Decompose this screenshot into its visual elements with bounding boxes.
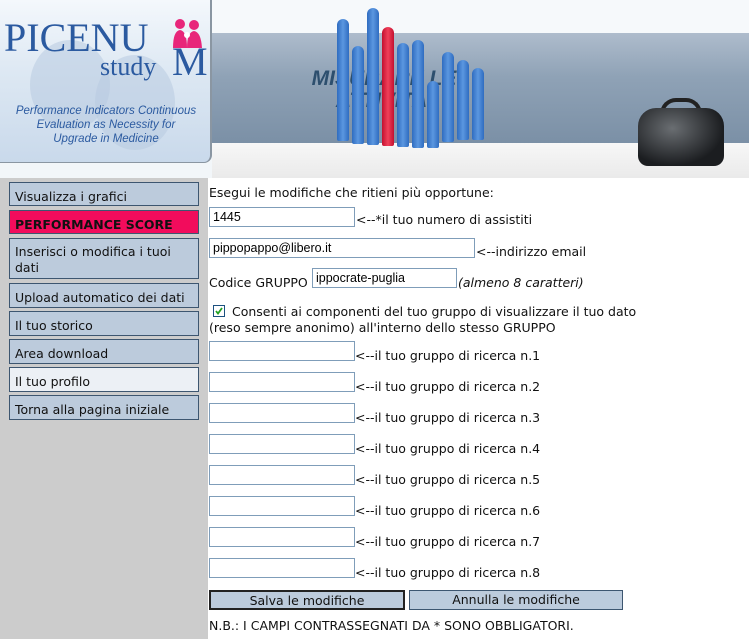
consent-checkbox[interactable] bbox=[213, 305, 225, 317]
assistiti-input[interactable] bbox=[209, 207, 355, 227]
decorative-bar bbox=[442, 52, 454, 142]
nav-inserisci-modifica-dati[interactable]: Inserisci o modifica i tuoi dati bbox=[9, 238, 199, 279]
logo-subtitle: study bbox=[100, 52, 157, 81]
research-group-label-1: <--il tuo gruppo di ricerca n.1 bbox=[355, 348, 541, 363]
research-group-input-5[interactable] bbox=[209, 465, 355, 485]
decorative-bar bbox=[457, 60, 469, 140]
profile-form: Esegui le modifiche che ritieni più oppo… bbox=[208, 178, 749, 639]
decorative-bar bbox=[337, 19, 349, 141]
decorative-bar bbox=[352, 46, 364, 144]
research-group-label-6: <--il tuo gruppo di ricerca n.6 bbox=[355, 503, 541, 518]
nav-torna-pagina-iniziale[interactable]: Torna alla pagina iniziale bbox=[9, 395, 199, 420]
decorative-bar bbox=[397, 43, 409, 147]
research-group-label-8: <--il tuo gruppo di ricerca n.8 bbox=[355, 565, 541, 580]
research-group-input-4[interactable] bbox=[209, 434, 355, 454]
research-group-label-7: <--il tuo gruppo di ricerca n.7 bbox=[355, 534, 541, 549]
banner: MISURARE LE ATTIVITA' bbox=[212, 0, 749, 178]
nav-label: PERFORMANCE SCORE bbox=[15, 217, 173, 232]
research-group-label-5: <--il tuo gruppo di ricerca n.5 bbox=[355, 472, 541, 487]
email-label: <--indirizzo email bbox=[476, 244, 587, 259]
research-group-input-1[interactable] bbox=[209, 341, 355, 361]
email-input[interactable] bbox=[209, 238, 475, 258]
consent-label-line2: (reso sempre anonimo) all'interno dello … bbox=[209, 320, 556, 335]
research-group-label-2: <--il tuo gruppo di ricerca n.2 bbox=[355, 379, 541, 394]
mandatory-note: N.B.: I CAMPI CONTRASSEGNATI DA * SONO O… bbox=[209, 618, 574, 633]
decorative-bar-highlight bbox=[382, 27, 394, 146]
research-group-input-6[interactable] bbox=[209, 496, 355, 516]
nav-label: Upload automatico dei dati bbox=[15, 290, 185, 305]
save-button[interactable]: Salva le modifiche bbox=[209, 590, 405, 610]
decorative-bar bbox=[367, 8, 379, 145]
gruppo-label: Codice GRUPPO bbox=[209, 275, 308, 290]
tagline-line: Evaluation as Necessity for bbox=[36, 119, 176, 131]
decorative-bar bbox=[427, 81, 439, 148]
nav-tuo-storico[interactable]: Il tuo storico bbox=[9, 311, 199, 336]
decorative-bar bbox=[472, 68, 484, 140]
nav-visualizza-grafici[interactable]: Visualizza i grafici bbox=[9, 182, 199, 206]
assistiti-label: <--*il tuo numero di assistiti bbox=[356, 212, 533, 227]
tagline-line: Performance Indicators Continuous bbox=[15, 105, 197, 117]
nav-label: Il tuo storico bbox=[15, 318, 93, 333]
form-intro: Esegui le modifiche che ritieni più oppo… bbox=[209, 185, 494, 200]
nav-area-download[interactable]: Area download bbox=[9, 339, 199, 364]
nav-label: Visualizza i grafici bbox=[15, 189, 127, 204]
nav-performance-score[interactable]: PERFORMANCE SCORE bbox=[9, 210, 199, 234]
research-group-input-7[interactable] bbox=[209, 527, 355, 547]
cancel-button[interactable]: Annulla le modifiche bbox=[409, 590, 623, 610]
research-group-input-8[interactable] bbox=[209, 558, 355, 578]
decorative-bar bbox=[412, 40, 424, 148]
gruppo-hint: (almeno 8 caratteri) bbox=[458, 275, 584, 290]
tagline-line: Upgrade in Medicine bbox=[53, 133, 159, 145]
logo-m-letter: M bbox=[172, 39, 208, 84]
nav-upload-automatico[interactable]: Upload automatico dei dati bbox=[9, 283, 199, 308]
nav-label: Area download bbox=[15, 346, 109, 361]
research-group-label-4: <--il tuo gruppo di ricerca n.4 bbox=[355, 441, 541, 456]
page-header: PICENU study M Performance Indicators Co… bbox=[0, 0, 749, 178]
logo-tagline: Performance Indicators Continuous Evalua… bbox=[8, 104, 204, 146]
research-group-label-3: <--il tuo gruppo di ricerca n.3 bbox=[355, 410, 541, 425]
doctor-bag-icon bbox=[638, 108, 724, 166]
nav-label: Il tuo profilo bbox=[15, 374, 91, 389]
research-group-input-2[interactable] bbox=[209, 372, 355, 392]
checkmark-icon bbox=[215, 307, 223, 315]
gruppo-input[interactable] bbox=[312, 268, 457, 288]
sidebar: Visualizza i grafici PERFORMANCE SCORE I… bbox=[0, 178, 208, 639]
logo[interactable]: PICENU study M Performance Indicators Co… bbox=[0, 0, 212, 163]
nav-label: Inserisci o modifica i tuoi dati bbox=[15, 244, 171, 275]
nav-label: Torna alla pagina iniziale bbox=[15, 402, 170, 417]
nav-tuo-profilo[interactable]: Il tuo profilo bbox=[9, 367, 199, 392]
consent-label-line1: Consenti ai componenti del tuo gruppo di… bbox=[232, 304, 637, 319]
research-group-input-3[interactable] bbox=[209, 403, 355, 423]
